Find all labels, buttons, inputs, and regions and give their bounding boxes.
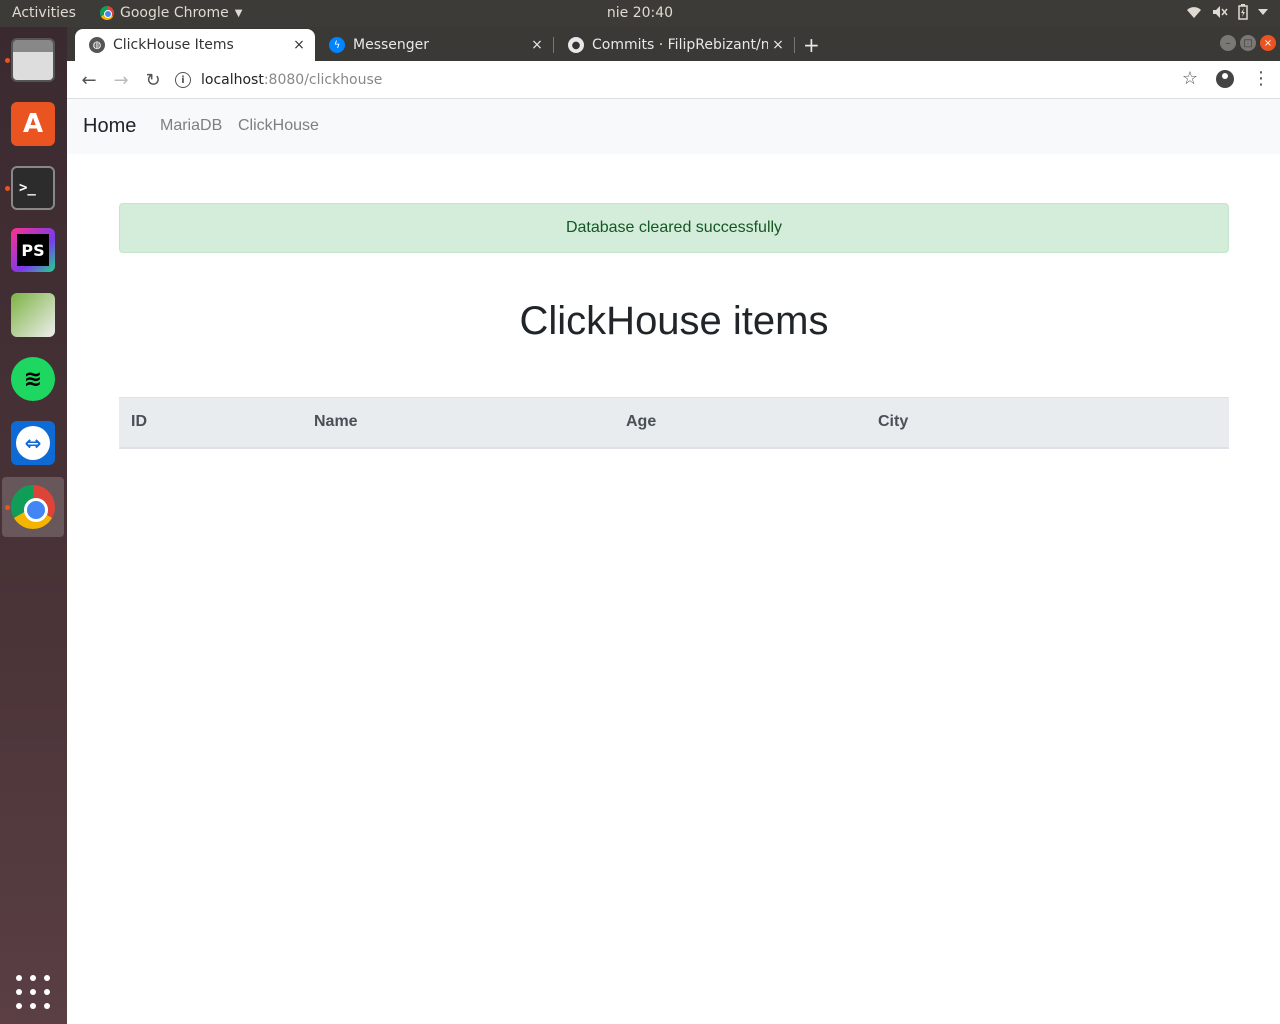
back-arrow-icon[interactable]: ← xyxy=(77,68,101,92)
tab-separator xyxy=(794,37,795,53)
page-title: ClickHouse items xyxy=(519,299,829,343)
nav-link-mariadb[interactable]: MariaDB xyxy=(160,117,222,135)
address-bar[interactable]: i localhost:8080/clickhouse xyxy=(175,67,1175,93)
dock-terminal[interactable]: >_ xyxy=(2,158,64,218)
chrome-icon xyxy=(100,6,114,20)
dock-phpstorm[interactable]: PS xyxy=(2,220,64,280)
dock-spotify[interactable]: ≋ xyxy=(2,349,64,409)
dock-notepadqq[interactable] xyxy=(2,285,64,345)
battery-icon xyxy=(1238,4,1248,20)
teamviewer-icon: ⇔ xyxy=(11,421,55,465)
maximize-icon[interactable]: □ xyxy=(1240,35,1256,51)
app-menu-label: Google Chrome xyxy=(120,5,229,21)
files-icon xyxy=(11,38,55,82)
url-path: :8080/clickhouse xyxy=(263,72,383,88)
dock-teamviewer[interactable]: ⇔ xyxy=(2,413,64,473)
close-icon[interactable]: × xyxy=(289,37,309,53)
tab-github-commits[interactable]: ● Commits · FilipRebizant/n × xyxy=(554,29,794,61)
ubuntu-dock: A >_ PS ≋ ⇔ xyxy=(0,27,67,1024)
system-tray[interactable] xyxy=(1186,4,1268,20)
tab-messenger[interactable]: ϟ Messenger × xyxy=(315,29,553,61)
tab-title: Messenger xyxy=(353,37,430,53)
window-close-icon[interactable]: × xyxy=(1260,35,1276,51)
software-store-icon: A xyxy=(11,102,55,146)
tab-title: ClickHouse Items xyxy=(113,37,234,53)
spotify-icon: ≋ xyxy=(11,357,55,401)
running-indicator xyxy=(5,58,10,63)
messenger-icon: ϟ xyxy=(329,37,345,53)
terminal-icon: >_ xyxy=(11,166,55,210)
nav-link-clickhouse[interactable]: ClickHouse xyxy=(238,117,319,135)
reload-icon[interactable]: ↻ xyxy=(141,68,165,92)
site-navbar: Home MariaDB ClickHouse xyxy=(67,99,1280,154)
forward-arrow-icon[interactable]: → xyxy=(109,68,133,92)
phpstorm-icon: PS xyxy=(11,228,55,272)
new-tab-plus-icon[interactable]: + xyxy=(803,33,820,57)
column-header-age: Age xyxy=(614,397,866,449)
system-top-bar: Activities Google Chrome ▼ nie 20:40 xyxy=(0,0,1280,27)
dock-files[interactable] xyxy=(2,30,64,90)
running-indicator xyxy=(5,505,10,510)
web-page: Home MariaDB ClickHouse Database cleared… xyxy=(67,99,1280,1024)
app-menu[interactable]: Google Chrome ▼ xyxy=(100,5,242,21)
items-table: ID Name Age City xyxy=(119,397,1229,449)
column-header-id: ID xyxy=(119,397,302,449)
navbar-brand-home[interactable]: Home xyxy=(83,115,136,138)
profile-avatar-icon[interactable] xyxy=(1216,69,1234,88)
close-icon[interactable]: × xyxy=(527,37,547,53)
running-indicator xyxy=(5,186,10,191)
table-header: ID Name Age City xyxy=(119,397,1229,449)
chrome-window: ◍ ClickHouse Items × ϟ Messenger × ● Com… xyxy=(67,27,1280,1024)
dock-software[interactable]: A xyxy=(2,94,64,154)
power-menu-chevron-icon xyxy=(1258,9,1268,15)
success-alert: Database cleared successfully xyxy=(119,203,1229,253)
chrome-icon xyxy=(11,485,55,529)
browser-toolbar: ← → ↻ i localhost:8080/clickhouse ☆ ⋮ xyxy=(67,61,1280,99)
volume-muted-icon xyxy=(1213,6,1228,18)
menu-kebab-icon[interactable]: ⋮ xyxy=(1252,68,1270,89)
github-icon: ● xyxy=(568,37,584,53)
url-host: localhost xyxy=(201,72,264,88)
column-header-name: Name xyxy=(302,397,614,449)
globe-icon: ◍ xyxy=(89,37,105,53)
wifi-icon xyxy=(1187,7,1201,18)
show-applications-icon[interactable] xyxy=(16,975,50,1009)
chevron-down-icon: ▼ xyxy=(234,7,243,19)
dock-chrome[interactable] xyxy=(2,477,64,537)
tab-clickhouse-items[interactable]: ◍ ClickHouse Items × xyxy=(75,29,315,61)
minimize-icon[interactable]: – xyxy=(1220,35,1236,51)
tab-strip: ◍ ClickHouse Items × ϟ Messenger × ● Com… xyxy=(67,27,1280,61)
notepad-icon xyxy=(11,293,55,337)
bookmark-star-icon[interactable]: ☆ xyxy=(1182,68,1198,89)
toolbar-right: ☆ ⋮ xyxy=(1182,68,1270,89)
activities-button[interactable]: Activities xyxy=(12,5,76,21)
close-icon[interactable]: × xyxy=(768,37,788,53)
site-info-icon[interactable]: i xyxy=(175,72,191,88)
window-controls: – □ × xyxy=(1220,35,1276,51)
tab-title: Commits · FilipRebizant/n xyxy=(592,37,768,53)
table-header-row: ID Name Age City xyxy=(119,397,1229,449)
column-header-city: City xyxy=(866,397,1229,449)
